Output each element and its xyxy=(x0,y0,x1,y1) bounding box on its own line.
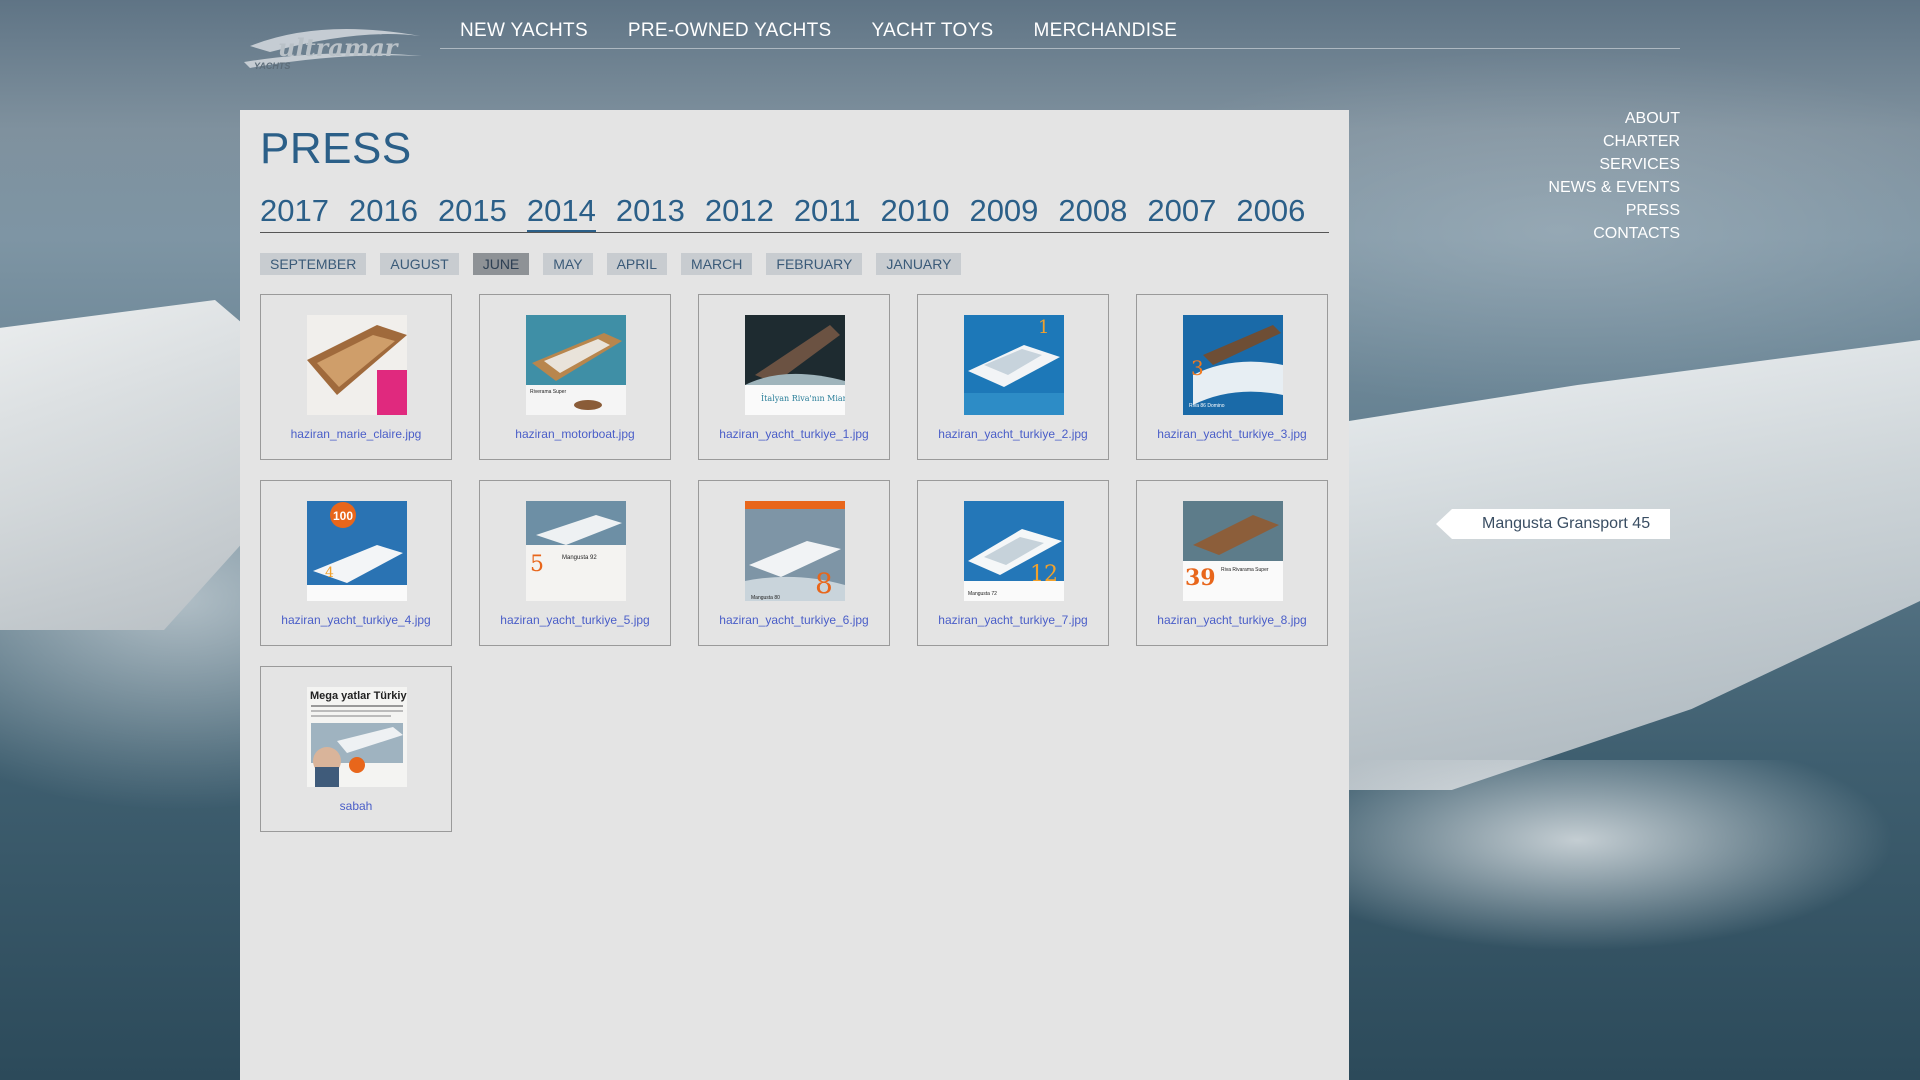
side-nav-contacts[interactable]: CONTACTS xyxy=(1593,222,1680,245)
year-tab-2009[interactable]: 2009 xyxy=(969,194,1038,230)
thumb-text: İtalyan Riva'nın Miami'si xyxy=(761,394,845,403)
month-tab-february[interactable]: FEBRUARY xyxy=(766,253,863,275)
nav-new-yachts[interactable]: NEW YACHTS xyxy=(460,20,588,42)
press-file-grid: haziran_marie_claire.jpg Riverama Super … xyxy=(260,294,1350,832)
month-tab-april[interactable]: APRIL xyxy=(606,253,668,275)
press-thumbnail[interactable] xyxy=(307,315,407,415)
press-tile[interactable]: 5 Mangusta 92 haziran_yacht_turkiye_5.jp… xyxy=(479,480,671,646)
side-nav-news-events[interactable]: NEWS & EVENTS xyxy=(1548,176,1680,199)
press-thumbnail[interactable]: 5 Mangusta 92 xyxy=(526,501,626,601)
thumb-text: Riva Rivarama Super xyxy=(1221,567,1269,573)
file-caption[interactable]: haziran_yacht_turkiye_8.jpg xyxy=(1137,613,1327,627)
press-tile[interactable]: Mega yatlar Türkiy sabah xyxy=(260,666,452,832)
thumb-badge: 12 xyxy=(1030,562,1058,587)
thumb-text: Mega yatlar Türkiy xyxy=(310,690,407,702)
thumb-text: Mangusta 92 xyxy=(562,555,597,561)
ultramar-logo[interactable]: ultramar YACHTS xyxy=(240,22,426,71)
year-tab-2013[interactable]: 2013 xyxy=(616,194,685,230)
press-tile[interactable]: İtalyan Riva'nın Miami'si haziran_yacht_… xyxy=(698,294,890,460)
thumb-badge: 1 xyxy=(1038,317,1049,338)
file-caption[interactable]: haziran_motorboat.jpg xyxy=(480,427,670,441)
thumb-badge: 4 xyxy=(325,565,334,581)
thumb-text: Riva 86 Domino xyxy=(1189,403,1225,409)
side-navigation: ABOUT CHARTER SERVICES NEWS & EVENTS PRE… xyxy=(1548,107,1680,245)
thumb-badge: 8 xyxy=(815,567,833,600)
month-tab-may[interactable]: MAY xyxy=(543,253,593,275)
press-thumbnail[interactable]: 8 Mangusta 80 xyxy=(745,501,845,601)
month-tab-september[interactable]: SEPTEMBER xyxy=(260,253,367,275)
press-thumbnail[interactable]: İtalyan Riva'nın Miami'si xyxy=(745,315,845,415)
file-caption[interactable]: haziran_yacht_turkiye_6.jpg xyxy=(699,613,889,627)
year-tab-2011[interactable]: 2011 xyxy=(794,194,861,230)
nav-yacht-toys[interactable]: YACHT TOYS xyxy=(872,20,994,42)
press-tile[interactable]: 100 4 haziran_yacht_turkiye_4.jpg xyxy=(260,480,452,646)
year-tabs: 2017 2016 2015 2014 2013 2012 2011 2010 … xyxy=(260,194,1329,233)
page-title: PRESS xyxy=(260,124,412,173)
top-navigation: NEW YACHTS PRE-OWNED YACHTS YACHT TOYS M… xyxy=(440,20,1680,49)
year-tab-2007[interactable]: 2007 xyxy=(1147,194,1216,230)
side-nav-charter[interactable]: CHARTER xyxy=(1603,130,1680,153)
thumb-badge: 5 xyxy=(530,552,544,577)
logo-sub: YACHTS xyxy=(254,61,290,70)
thumb-badge: 39 xyxy=(1185,565,1216,591)
press-thumbnail[interactable]: 39 Riva Rivarama Super xyxy=(1183,501,1283,601)
year-tab-2016[interactable]: 2016 xyxy=(349,194,418,230)
press-tile[interactable]: haziran_marie_claire.jpg xyxy=(260,294,452,460)
month-tab-august[interactable]: AUGUST xyxy=(380,253,459,275)
press-panel: PRESS 2017 2016 2015 2014 2013 2012 2011… xyxy=(240,110,1349,1080)
yacht-caption-label[interactable]: Mangusta Gransport 45 xyxy=(1435,509,1671,539)
month-tab-january[interactable]: JANUARY xyxy=(876,253,962,275)
month-tab-march[interactable]: MARCH xyxy=(681,253,753,275)
thumb-text: Riverama Super xyxy=(530,389,566,395)
year-tab-2015[interactable]: 2015 xyxy=(438,194,507,230)
month-tabs: SEPTEMBER AUGUST JUNE MAY APRIL MARCH FE… xyxy=(260,253,975,275)
thumb-text: Mangusta 72 xyxy=(968,591,997,597)
year-tab-2014[interactable]: 2014 xyxy=(526,194,596,232)
press-tile[interactable]: Riverama Super haziran_motorboat.jpg xyxy=(479,294,671,460)
nav-merchandise[interactable]: MERCHANDISE xyxy=(1034,20,1178,42)
year-tab-2010[interactable]: 2010 xyxy=(880,194,949,230)
file-caption[interactable]: haziran_marie_claire.jpg xyxy=(261,427,451,441)
year-tab-2006[interactable]: 2006 xyxy=(1236,194,1305,230)
press-thumbnail[interactable]: 1 xyxy=(964,315,1064,415)
press-thumbnail[interactable]: 100 4 xyxy=(307,501,407,601)
press-thumbnail[interactable]: Riverama Super xyxy=(526,315,626,415)
side-nav-about[interactable]: ABOUT xyxy=(1625,107,1680,130)
background-wake xyxy=(1349,760,1920,960)
press-tile[interactable]: 8 Mangusta 80 haziran_yacht_turkiye_6.jp… xyxy=(698,480,890,646)
year-tab-2017[interactable]: 2017 xyxy=(260,194,329,230)
press-tile[interactable]: 39 Riva Rivarama Super haziran_yacht_tur… xyxy=(1136,480,1328,646)
side-nav-services[interactable]: SERVICES xyxy=(1599,153,1680,176)
press-thumbnail[interactable]: Mega yatlar Türkiy xyxy=(307,687,407,787)
file-caption[interactable]: haziran_yacht_turkiye_1.jpg xyxy=(699,427,889,441)
press-thumbnail[interactable]: 12 Mangusta 72 xyxy=(964,501,1064,601)
press-tile[interactable]: 12 Mangusta 72 haziran_yacht_turkiye_7.j… xyxy=(917,480,1109,646)
file-caption[interactable]: haziran_yacht_turkiye_4.jpg xyxy=(261,613,451,627)
year-tab-2008[interactable]: 2008 xyxy=(1058,194,1127,230)
press-thumbnail[interactable]: 3 Riva 86 Domino xyxy=(1183,315,1283,415)
thumb-text: 100 xyxy=(333,509,353,523)
month-tab-june[interactable]: JUNE xyxy=(472,253,530,275)
year-tab-2012[interactable]: 2012 xyxy=(705,194,774,230)
thumb-badge: 3 xyxy=(1191,356,1204,380)
file-caption[interactable]: haziran_yacht_turkiye_3.jpg xyxy=(1137,427,1327,441)
file-caption[interactable]: haziran_yacht_turkiye_2.jpg xyxy=(918,427,1108,441)
side-nav-press[interactable]: PRESS xyxy=(1626,199,1680,222)
press-tile[interactable]: 3 Riva 86 Domino haziran_yacht_turkiye_3… xyxy=(1136,294,1328,460)
background-yacht-right xyxy=(1349,340,1920,790)
press-tile[interactable]: 1 haziran_yacht_turkiye_2.jpg xyxy=(917,294,1109,460)
logo-wordmark: ultramar xyxy=(278,33,400,62)
file-caption[interactable]: sabah xyxy=(261,799,451,813)
thumb-text: Mangusta 80 xyxy=(751,595,780,601)
file-caption[interactable]: haziran_yacht_turkiye_5.jpg xyxy=(480,613,670,627)
nav-pre-owned-yachts[interactable]: PRE-OWNED YACHTS xyxy=(628,20,832,42)
file-caption[interactable]: haziran_yacht_turkiye_7.jpg xyxy=(918,613,1108,627)
